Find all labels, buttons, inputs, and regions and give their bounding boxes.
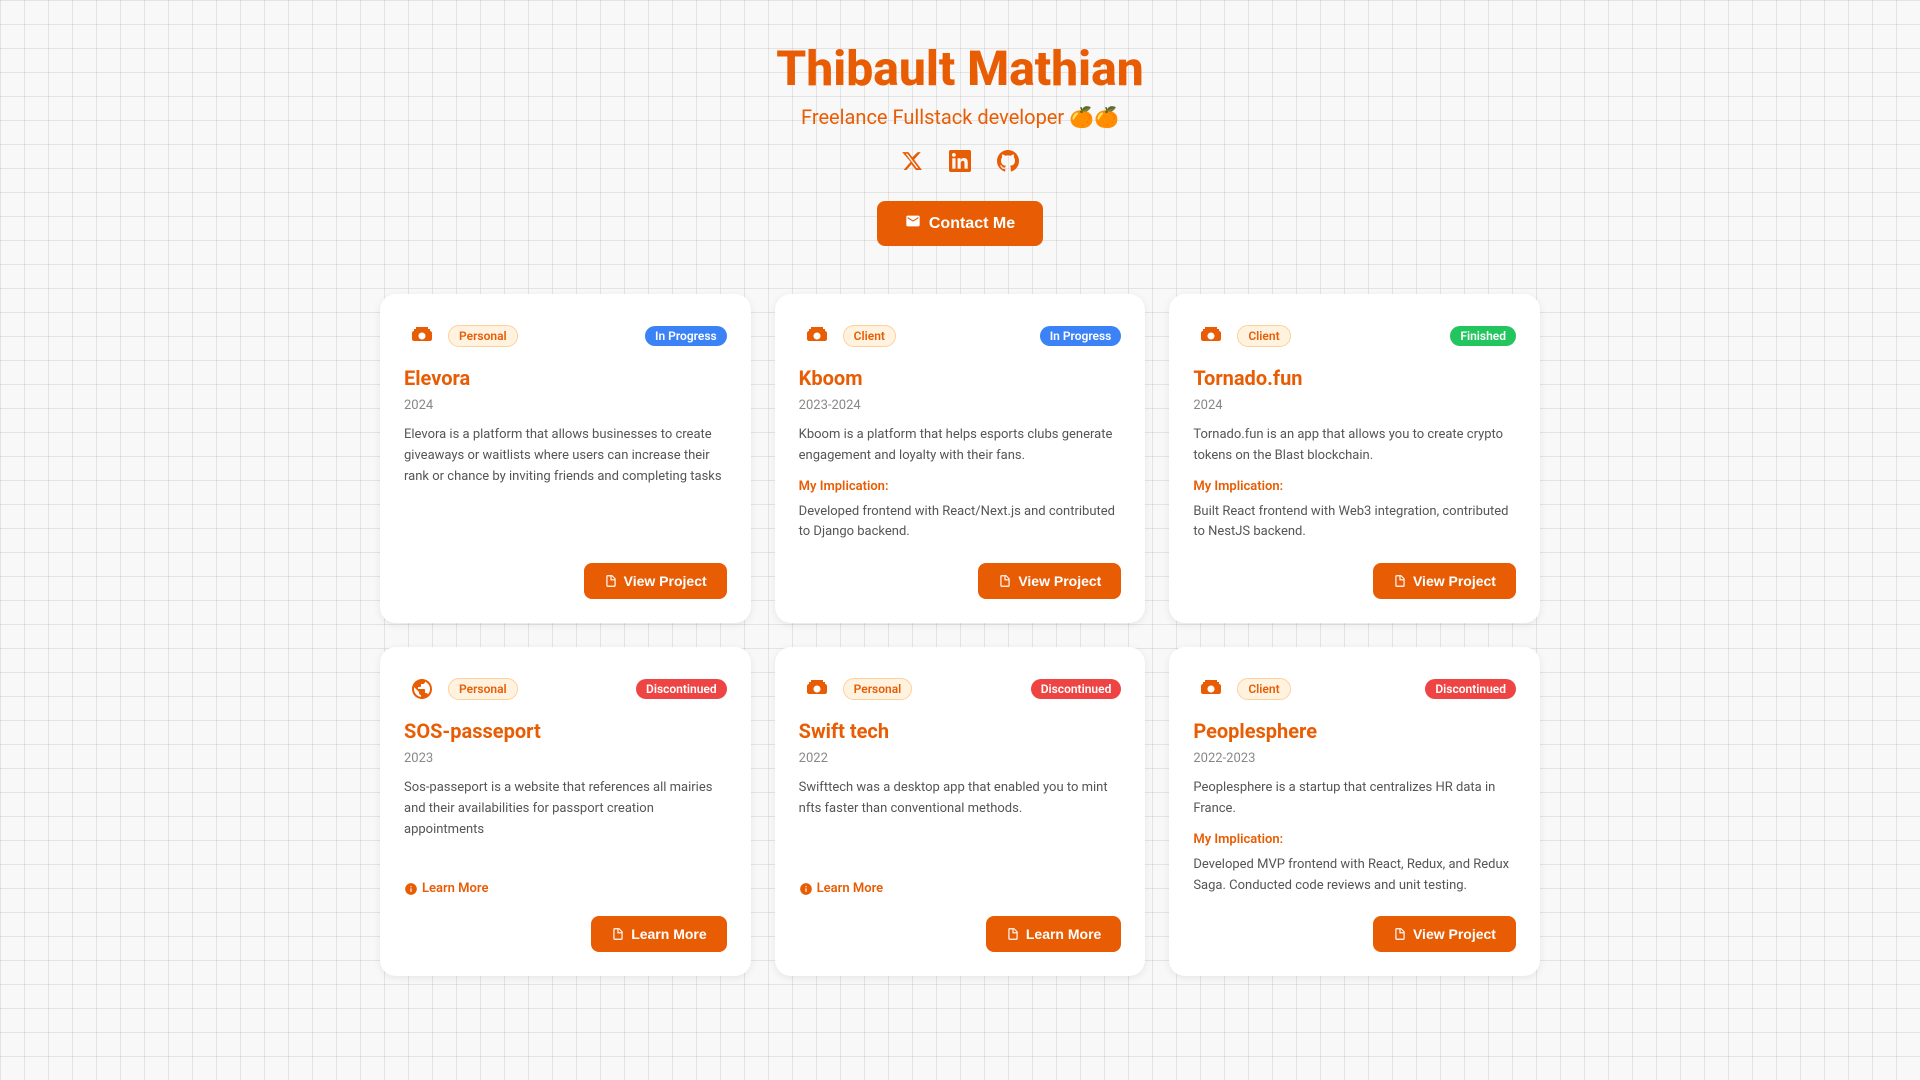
card-footer: Learn More: [799, 916, 1122, 952]
card-button-label: Learn More: [631, 926, 706, 942]
cards-grid: Personal In Progress Elevora 2024 Elevor…: [380, 294, 1540, 976]
card-action-button[interactable]: Learn More: [591, 916, 726, 952]
card-description: Sos-passeport is a website that referenc…: [404, 778, 727, 869]
card-footer: View Project: [1193, 916, 1516, 952]
card-description: Kboom is a platform that helps esports c…: [799, 425, 1122, 467]
card-package-icon: [799, 318, 835, 354]
card-button-label: Learn More: [1026, 926, 1101, 942]
card-package-icon: [404, 318, 440, 354]
card-header: Personal Discontinued: [799, 671, 1122, 707]
card-tag: Client: [1237, 325, 1290, 347]
implication-label: My Implication:: [799, 479, 1122, 494]
header: Thibault Mathian Freelance Fullstack dev…: [380, 40, 1540, 246]
card-action-button[interactable]: View Project: [584, 563, 727, 599]
card-header: Client In Progress: [799, 318, 1122, 354]
card-package-icon: [799, 671, 835, 707]
card-footer: Learn More: [404, 916, 727, 952]
card-package-icon: [1193, 318, 1229, 354]
card-action-button[interactable]: View Project: [1373, 916, 1516, 952]
card-tornado: Client Finished Tornado.fun 2024 Tornado…: [1169, 294, 1540, 623]
twitter-link[interactable]: [896, 145, 928, 177]
card-header: Client Finished: [1193, 318, 1516, 354]
card-tag: Personal: [843, 678, 913, 700]
card-tag: Personal: [448, 325, 518, 347]
page-title: Thibault Mathian: [380, 40, 1540, 97]
card-year: 2023-2024: [799, 398, 1122, 413]
implication-text: Built React frontend with Web3 integrati…: [1193, 502, 1516, 544]
card-package-icon: [1193, 671, 1229, 707]
card-tag: Personal: [448, 678, 518, 700]
card-status: Discontinued: [636, 679, 727, 699]
card-package-icon: [404, 671, 440, 707]
card-status: Discontinued: [1425, 679, 1516, 699]
card-footer: View Project: [404, 563, 727, 599]
social-links: [380, 145, 1540, 177]
card-peoplesphere: Client Discontinued Peoplesphere 2022-20…: [1169, 647, 1540, 976]
implication-label: My Implication:: [1193, 479, 1516, 494]
card-action-button[interactable]: View Project: [1373, 563, 1516, 599]
card-year: 2022-2023: [1193, 751, 1516, 766]
card-status: Discontinued: [1031, 679, 1122, 699]
card-description: Elevora is a platform that allows busine…: [404, 425, 727, 543]
card-status: Finished: [1450, 326, 1516, 346]
card-tag: Client: [1237, 678, 1290, 700]
card-title: SOS-passeport: [404, 719, 727, 743]
card-year: 2022: [799, 751, 1122, 766]
card-header: Personal Discontinued: [404, 671, 727, 707]
card-title: Kboom: [799, 366, 1122, 390]
card-description: Peoplesphere is a startup that centraliz…: [1193, 778, 1516, 820]
card-year: 2024: [1193, 398, 1516, 413]
card-status: In Progress: [1040, 326, 1122, 346]
card-year: 2023: [404, 751, 727, 766]
implication-text: Developed frontend with React/Next.js an…: [799, 502, 1122, 544]
header-subtitle: Freelance Fullstack developer 🍊🍊: [380, 105, 1540, 129]
mail-icon: [905, 213, 921, 234]
card-kboom: Client In Progress Kboom 2023-2024 Kboom…: [775, 294, 1146, 623]
card-button-label: View Project: [624, 573, 707, 589]
card-elevora: Personal In Progress Elevora 2024 Elevor…: [380, 294, 751, 623]
contact-button[interactable]: Contact Me: [877, 201, 1043, 246]
card-footer: View Project: [1193, 563, 1516, 599]
github-link[interactable]: [992, 145, 1024, 177]
linkedin-link[interactable]: [944, 145, 976, 177]
card-swift-tech: Personal Discontinued Swift tech 2022 Sw…: [775, 647, 1146, 976]
card-button-label: View Project: [1413, 573, 1496, 589]
contact-button-label: Contact Me: [929, 215, 1015, 233]
card-button-label: View Project: [1018, 573, 1101, 589]
page-wrapper: Thibault Mathian Freelance Fullstack dev…: [360, 0, 1560, 1016]
card-year: 2024: [404, 398, 727, 413]
card-header: Client Discontinued: [1193, 671, 1516, 707]
card-sos-passeport: Personal Discontinued SOS-passeport 2023…: [380, 647, 751, 976]
card-description: Swifttech was a desktop app that enabled…: [799, 778, 1122, 869]
learn-more-inline-link[interactable]: Learn More: [799, 881, 1122, 896]
card-button-label: View Project: [1413, 926, 1496, 942]
card-tag: Client: [843, 325, 896, 347]
card-status: In Progress: [645, 326, 727, 346]
implication-label: My Implication:: [1193, 832, 1516, 847]
card-title: Tornado.fun: [1193, 366, 1516, 390]
card-title: Elevora: [404, 366, 727, 390]
card-title: Swift tech: [799, 719, 1122, 743]
card-action-button[interactable]: View Project: [978, 563, 1121, 599]
card-header: Personal In Progress: [404, 318, 727, 354]
implication-text: Developed MVP frontend with React, Redux…: [1193, 855, 1516, 897]
card-title: Peoplesphere: [1193, 719, 1516, 743]
card-action-button[interactable]: Learn More: [986, 916, 1121, 952]
learn-more-inline-link[interactable]: Learn More: [404, 881, 727, 896]
card-footer: View Project: [799, 563, 1122, 599]
card-description: Tornado.fun is an app that allows you to…: [1193, 425, 1516, 467]
